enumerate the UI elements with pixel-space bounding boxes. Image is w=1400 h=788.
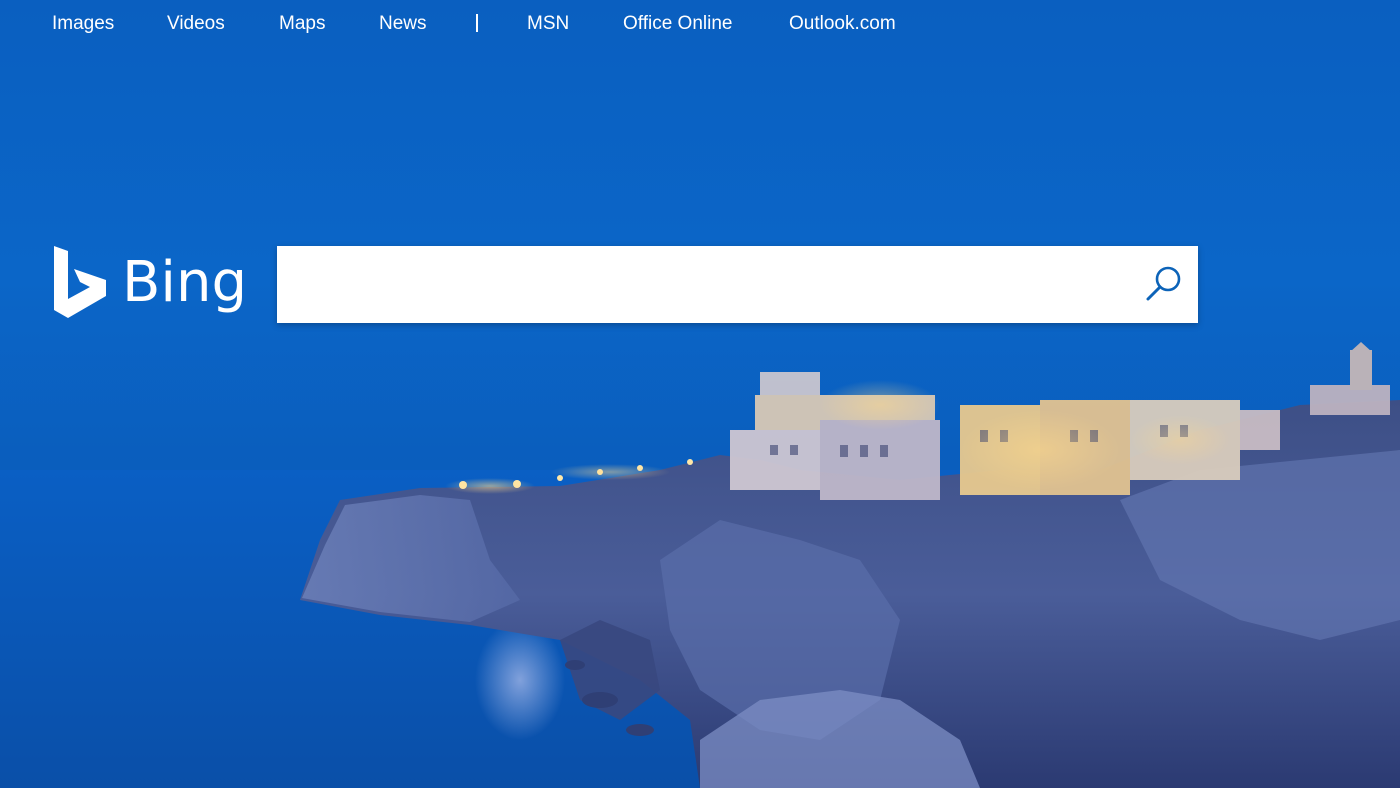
bing-wordmark: Bing [122, 250, 248, 315]
background-image [0, 342, 1400, 788]
top-navigation: Images Videos Maps News MSN Office Onlin… [0, 0, 1400, 48]
nav-link-news[interactable]: News [379, 12, 427, 36]
search-box [277, 246, 1198, 323]
nav-link-outlook[interactable]: Outlook.com [789, 12, 896, 36]
nav-divider [476, 14, 478, 32]
search-icon [1146, 266, 1181, 301]
nav-link-maps[interactable]: Maps [279, 12, 325, 36]
nav-link-videos[interactable]: Videos [167, 12, 225, 36]
nav-link-msn[interactable]: MSN [527, 12, 569, 36]
search-input[interactable] [277, 246, 1117, 323]
nav-link-office-online[interactable]: Office Online [623, 12, 732, 36]
search-button[interactable] [1140, 260, 1188, 308]
bing-b-icon [54, 246, 106, 318]
bing-homepage: Images Videos Maps News MSN Office Onlin… [0, 0, 1400, 788]
nav-link-images[interactable]: Images [52, 12, 114, 36]
bing-logo[interactable]: Bing [52, 244, 247, 324]
